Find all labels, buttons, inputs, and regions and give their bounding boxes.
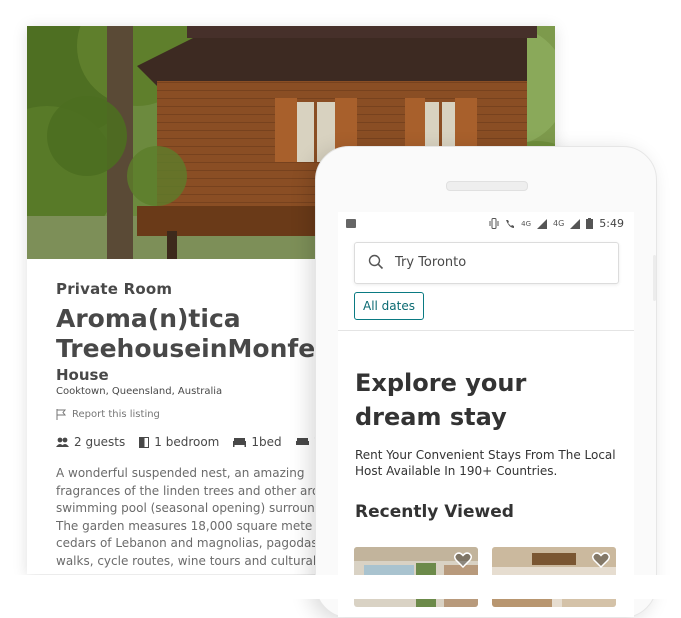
amenity-bedroom-label: 1 bedroom bbox=[154, 435, 220, 449]
flag-icon bbox=[56, 409, 67, 420]
call-icon bbox=[506, 219, 515, 228]
status-bar: 4G 4G 5:49 bbox=[338, 212, 634, 236]
heart-icon[interactable] bbox=[592, 552, 610, 568]
listing-title-line2: TreehouseinMonferrato bbox=[56, 334, 386, 363]
battery-icon bbox=[586, 218, 594, 229]
amenity-guests: 2 guests bbox=[56, 435, 125, 449]
lte-label: 4G bbox=[553, 219, 565, 228]
bed-icon bbox=[233, 438, 247, 447]
divider bbox=[338, 330, 634, 331]
search-placeholder: Try Toronto bbox=[395, 255, 467, 270]
amenity-bedroom: 1 bedroom bbox=[139, 435, 219, 449]
phone-screen: 4G 4G 5:49 Try Toronto All dates Explore… bbox=[338, 212, 634, 617]
status-time: 5:49 bbox=[599, 217, 624, 230]
vibrate-icon bbox=[489, 218, 499, 229]
amenities-row: 2 guests 1 bedroom 1bed 1 bbox=[56, 435, 356, 449]
signal-label: 4G bbox=[521, 219, 531, 228]
phone-mockup: 4G 4G 5:49 Try Toronto All dates Explore… bbox=[315, 146, 657, 618]
listing-title-line3: House bbox=[56, 366, 109, 384]
phone-speaker bbox=[446, 181, 528, 191]
recently-viewed-title: Recently Viewed bbox=[355, 502, 514, 522]
hero-subtitle: Rent Your Convenient Stays From The Loca… bbox=[355, 448, 616, 478]
signal-icon-2 bbox=[570, 218, 581, 229]
bath-icon bbox=[295, 438, 309, 445]
page-bottom bbox=[0, 575, 681, 599]
heart-icon[interactable] bbox=[454, 552, 472, 568]
image-notification-icon bbox=[346, 219, 356, 228]
amenity-guests-label: 2 guests bbox=[74, 435, 126, 449]
search-icon bbox=[368, 254, 384, 270]
guests-icon bbox=[56, 437, 69, 447]
all-dates-button[interactable]: All dates bbox=[354, 292, 424, 320]
hero-title: Explore your dream stay bbox=[355, 369, 527, 431]
signal-icon bbox=[537, 218, 547, 229]
door-icon bbox=[139, 436, 150, 448]
listing-details: Private Room Aroma(n)tica TreehouseinMon… bbox=[56, 280, 386, 570]
room-type: Private Room bbox=[56, 280, 173, 298]
amenity-bed: 1bed bbox=[233, 435, 282, 449]
status-icons: 4G 4G 5:49 bbox=[489, 217, 624, 230]
phone-side-button bbox=[653, 255, 656, 301]
search-input[interactable]: Try Toronto bbox=[354, 242, 619, 284]
amenity-bed-label: 1bed bbox=[251, 435, 282, 449]
listing-title-line1: Aroma(n)tica bbox=[56, 304, 241, 333]
listing-location: Cooktown, Queensland, Australia bbox=[56, 386, 223, 397]
report-listing-label: Report this listing bbox=[72, 409, 160, 420]
report-listing-link[interactable]: Report this listing bbox=[56, 409, 356, 420]
